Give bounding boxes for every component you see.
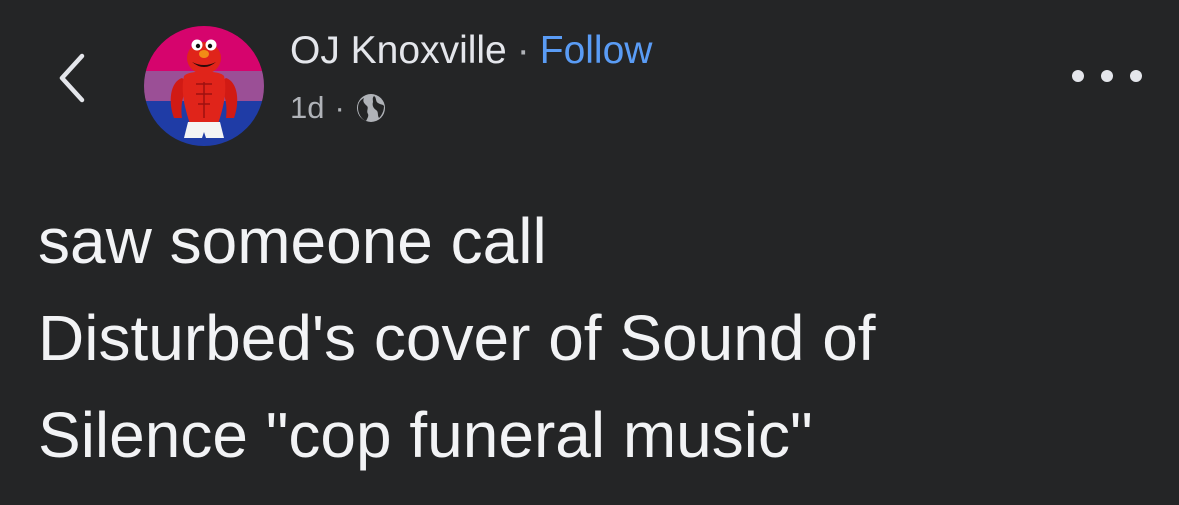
elmo-avatar-image xyxy=(144,26,264,146)
author-name[interactable]: OJ Knoxville xyxy=(290,29,507,73)
follow-button[interactable]: Follow xyxy=(540,29,653,73)
timestamp[interactable]: 1d xyxy=(290,90,324,126)
meta-separator-dot: · xyxy=(334,90,345,125)
avatar[interactable] xyxy=(144,26,264,146)
separator-dot: · xyxy=(516,29,530,72)
more-horizontal-icon-dot xyxy=(1130,70,1142,82)
chevron-left-icon xyxy=(59,53,85,103)
more-horizontal-icon-dot xyxy=(1101,70,1113,82)
more-options-button[interactable] xyxy=(1072,58,1142,94)
post-text: saw someone call Disturbed's cover of So… xyxy=(38,205,876,471)
more-horizontal-icon-dot xyxy=(1072,70,1084,82)
post-header: OJ Knoxville · Follow xyxy=(290,26,652,76)
back-button[interactable] xyxy=(48,48,96,108)
globe-icon xyxy=(355,92,387,124)
post-meta: 1d · xyxy=(290,86,387,130)
